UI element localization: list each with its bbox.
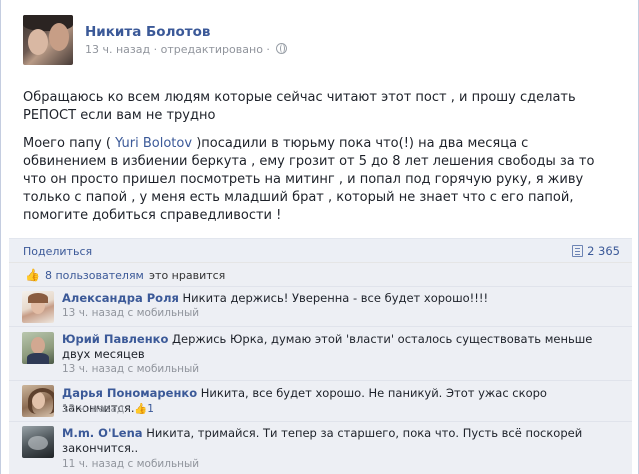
comment-meta: 12 ч. назад · 👍1: [62, 403, 154, 415]
meta-separator: ·: [153, 43, 158, 56]
likes-row: 👍 8 пользователям это нравится: [9, 262, 632, 286]
comment-text: M.m. O'Lena Никита, тримайся. Ти тепер з…: [62, 426, 583, 455]
comment: Дарья Пономаренко Никита, все будет хоро…: [9, 380, 632, 421]
thumbs-up-icon: 👍: [134, 403, 148, 415]
commenter-avatar[interactable]: [22, 332, 54, 364]
share-link[interactable]: Поделиться: [23, 245, 92, 258]
author-avatar[interactable]: [23, 15, 73, 65]
comment-meta: 11 ч. назад с мобильный: [62, 458, 200, 470]
edited-label[interactable]: отредактировано: [161, 43, 263, 56]
meta-separator: ·: [266, 43, 270, 56]
post-meta: 13 ч. назад · отредактировано ·: [85, 43, 288, 56]
comment: Юрий Павленко Держись Юрка, думаю этой '…: [9, 326, 632, 380]
author-name[interactable]: Никита Болотов: [85, 24, 210, 40]
post-time[interactable]: 13 ч. назад: [85, 43, 150, 56]
likes-suffix: это нравится: [149, 269, 226, 282]
commenter-name[interactable]: Александра Роля: [62, 291, 179, 305]
commenter-name[interactable]: Дарья Пономаренко: [62, 386, 197, 400]
commenter-avatar[interactable]: [22, 291, 54, 323]
commenter-avatar[interactable]: [22, 426, 54, 458]
share-count[interactable]: 2 365: [572, 244, 620, 258]
commenter-name[interactable]: Юрий Павленко: [62, 332, 168, 346]
commenter-name[interactable]: M.m. O'Lena: [62, 426, 143, 440]
facebook-post: Никита Болотов 13 ч. назад · отредактиро…: [0, 0, 639, 474]
comment-text: Юрий Павленко Держись Юрка, думаю этой '…: [62, 332, 593, 361]
comment: M.m. O'Lena Никита, тримайся. Ти тепер з…: [9, 421, 632, 474]
post-paragraph: Моего папу ( Yuri Bolotov )посадили в тю…: [23, 136, 595, 223]
comment-like-count[interactable]: 👍1: [134, 403, 154, 415]
comment-meta: 13 ч. назад с мобильный: [62, 307, 200, 319]
post-body: Обращаюсь ко всем людям которые сейчас ч…: [23, 89, 613, 235]
mention-link[interactable]: Yuri Bolotov: [115, 136, 192, 151]
comment-meta: 13 ч. назад с мобильный: [62, 363, 200, 375]
globe-icon[interactable]: [276, 43, 288, 54]
comment: Александра Роля Никита держись! Уверенна…: [9, 286, 632, 326]
shares-icon: [572, 245, 584, 257]
post-actions-bar: Поделиться 2 365: [9, 238, 632, 262]
post-paragraph: Обращаюсь ко всем людям которые сейчас ч…: [23, 90, 576, 123]
thumbs-up-icon: 👍: [25, 268, 40, 282]
comment-text: Александра Роля Никита держись! Уверенна…: [62, 291, 489, 305]
commenter-avatar[interactable]: [22, 385, 54, 417]
likers-link[interactable]: 8 пользователям: [45, 269, 144, 282]
